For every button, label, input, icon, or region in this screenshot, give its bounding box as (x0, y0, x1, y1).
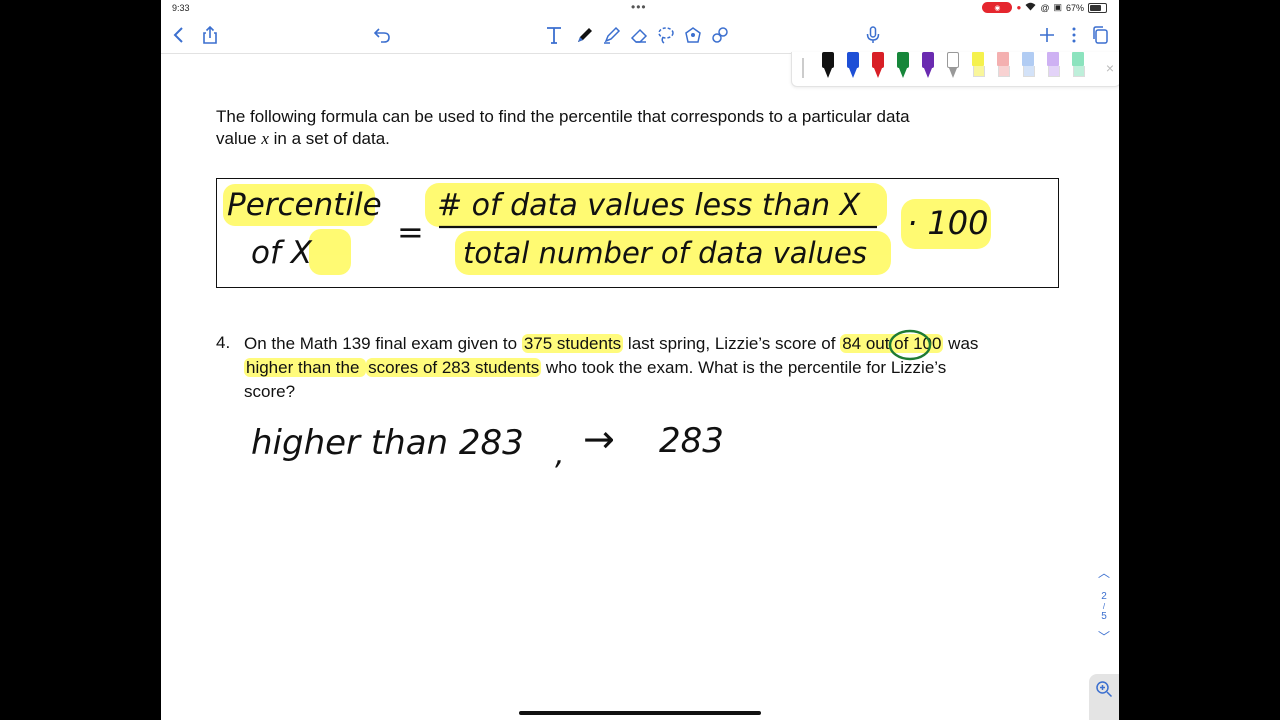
microphone-icon[interactable] (861, 23, 885, 47)
formula-multiplier: · 100 (907, 204, 988, 242)
formula-equals: = (397, 213, 424, 251)
page-separator: / (1102, 602, 1106, 611)
status-bar: 9:33 ••• ◉ ● @ ▣ 67% (161, 0, 1119, 16)
wifi-icon (1025, 2, 1036, 13)
highlight-scores-of-283: scores of 283 students (366, 358, 542, 377)
notes-app-screen: 9:33 ••• ◉ ● @ ▣ 67% × The following for… (161, 0, 1119, 720)
zoom-in-icon (1096, 681, 1113, 698)
image-tool-icon[interactable] (681, 23, 705, 47)
lock-rotation-icon: ▣ (1053, 2, 1062, 12)
page-up-chevron-icon[interactable]: ︿ (1095, 564, 1113, 581)
formula-numerator: # of data values less than X (437, 188, 862, 223)
percentile-formula-box: Percentile of X = # of data values less … (216, 178, 1059, 288)
home-indicator[interactable] (519, 711, 761, 715)
add-page-plus-icon[interactable] (1035, 23, 1059, 47)
text-tool-icon[interactable] (542, 23, 566, 47)
page-navigator: ︿ 2 / 5 ﹀ (1095, 564, 1113, 645)
recording-dot-icon: ● (1016, 3, 1022, 12)
location-icon: @ (1040, 2, 1050, 13)
note-283: 283 (659, 421, 724, 461)
multitasking-dots[interactable]: ••• (631, 0, 647, 14)
eraser-tool-icon[interactable] (627, 23, 651, 47)
status-time: 9:33 (172, 3, 190, 13)
current-page: 2 (1101, 591, 1107, 602)
highlighter-tool-icon[interactable] (600, 23, 624, 47)
intro-line-2: value x in a set of data. (216, 129, 390, 148)
pen-tool-icon[interactable] (573, 23, 597, 47)
lasso-tool-icon[interactable] (654, 23, 678, 47)
circle-around-84 (888, 329, 932, 361)
page-down-chevron-icon[interactable]: ﹀ (1095, 628, 1113, 645)
highlight-x (309, 229, 351, 275)
back-chevron-icon[interactable] (167, 23, 191, 47)
battery-percent: 67% (1065, 2, 1084, 13)
screen-recording-icon[interactable]: ◉ (982, 2, 1013, 13)
variable-x: x (261, 129, 269, 148)
pages-overview-icon[interactable] (1089, 23, 1113, 47)
intro-paragraph: The following formula can be used to fin… (216, 106, 910, 150)
problem-text: On the Math 139 final exam given to 375 … (244, 334, 979, 401)
formula-lhs-line1: Percentile (227, 187, 382, 223)
highlight-375-students: 375 students (521, 334, 624, 353)
problem-number: 4. (216, 333, 231, 352)
total-pages: 5 (1101, 611, 1107, 622)
battery-icon (1088, 2, 1107, 13)
note-higher-than-283: higher than 283 (251, 423, 524, 463)
shapes-tool-icon[interactable] (708, 23, 732, 47)
share-icon[interactable] (198, 23, 222, 47)
toolbar (161, 17, 1119, 54)
status-indicators: ◉ ● @ ▣ 67% (982, 2, 1107, 13)
note-comma: , (555, 437, 565, 472)
notebook-page[interactable]: The following formula can be used to fin… (161, 54, 1119, 720)
formula-denominator: total number of data values (463, 236, 867, 270)
zoom-magnifier-button[interactable] (1089, 674, 1119, 720)
formula-lhs-line2: of X (251, 235, 313, 271)
handwritten-note: higher than 283 , → 283 (251, 417, 724, 472)
undo-icon[interactable] (370, 23, 394, 47)
intro-line-1: The following formula can be used to fin… (216, 107, 910, 126)
highlight-higher-than: higher than the (244, 358, 367, 377)
more-options-icon[interactable] (1062, 23, 1086, 47)
note-arrow: → (583, 417, 615, 461)
